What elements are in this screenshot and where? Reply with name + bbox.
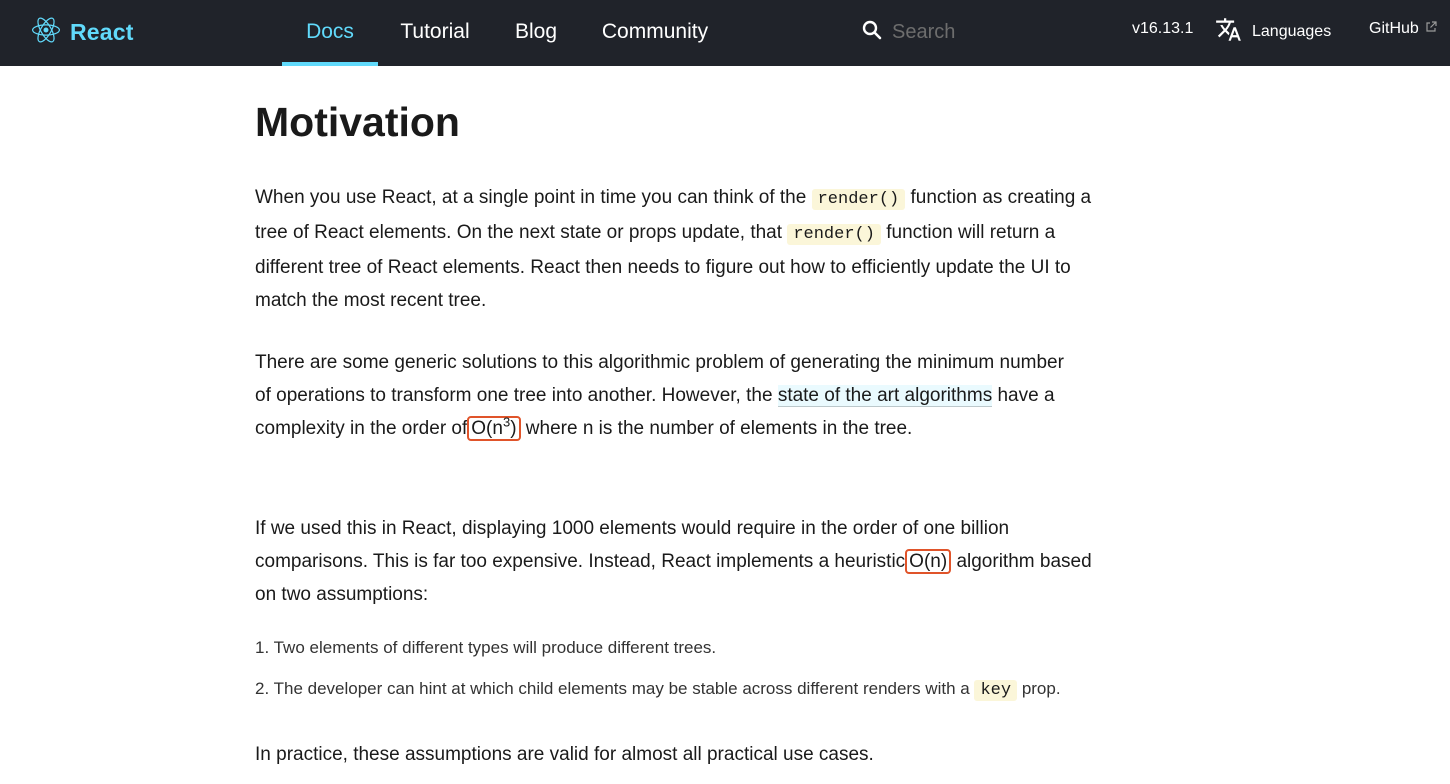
text: If we used this in React, displaying 100…: [255, 518, 1010, 572]
top-navigation-bar: React Docs Tutorial Blog Community v16.1…: [0, 0, 1450, 66]
page-title: Motivation: [255, 99, 460, 145]
search-input[interactable]: [892, 20, 1092, 44]
search-icon: [862, 20, 882, 45]
text: where n is the number of elements in the…: [525, 418, 913, 439]
highlight-o-n: O(n): [905, 549, 952, 574]
list-item: 1. Two elements of different types will …: [255, 632, 1175, 673]
list-number: 2.: [255, 679, 270, 698]
paragraph-render-intro: When you use React, at a single point in…: [255, 181, 1105, 317]
nav-blog[interactable]: Blog: [508, 0, 564, 66]
list-item: 2. The developer can hint at which child…: [255, 673, 1175, 714]
assumptions-list: 1. Two elements of different types will …: [255, 632, 1175, 714]
article-content: Motivation When you use React, at a sing…: [255, 66, 1165, 765]
github-link[interactable]: GitHub: [1369, 20, 1437, 38]
inline-code-render: render(): [787, 224, 881, 245]
text: When you use React, at a single point in…: [255, 187, 807, 208]
inline-code-render: render(): [811, 189, 906, 210]
complexity-base: O(n: [471, 418, 503, 439]
inline-code-key: key: [974, 680, 1018, 701]
react-logo-icon: [32, 16, 60, 49]
translate-icon: [1215, 16, 1242, 48]
languages-link[interactable]: Languages: [1215, 16, 1331, 48]
list-text: The developer can hint at which child el…: [273, 679, 970, 698]
external-link-icon: [1425, 20, 1437, 38]
languages-label: Languages: [1252, 23, 1332, 40]
state-of-the-art-algorithms-link[interactable]: state of the art algorithms: [777, 385, 993, 407]
list-text: prop.: [1021, 679, 1061, 698]
logo-text: React: [70, 18, 134, 45]
nav-community[interactable]: Community: [597, 0, 713, 66]
list-number: 1.: [255, 638, 270, 657]
nav-docs[interactable]: Docs: [282, 0, 378, 66]
react-home-link[interactable]: React: [32, 16, 134, 48]
highlight-o-n-cubed: O(n3): [467, 416, 521, 441]
nav-tutorial[interactable]: Tutorial: [392, 0, 478, 66]
search-box: [862, 18, 1092, 46]
list-text: Two elements of different types will pro…: [273, 638, 717, 657]
version-link[interactable]: v16.13.1: [1132, 20, 1193, 38]
paragraph-in-practice: In practice, these assumptions are valid…: [255, 744, 874, 765]
paragraph-complexity: There are some generic solutions to this…: [255, 346, 1085, 445]
paragraph-heuristic: If we used this in React, displaying 100…: [255, 512, 1105, 611]
complexity-close: ): [510, 418, 517, 439]
github-label: GitHub: [1369, 20, 1419, 37]
